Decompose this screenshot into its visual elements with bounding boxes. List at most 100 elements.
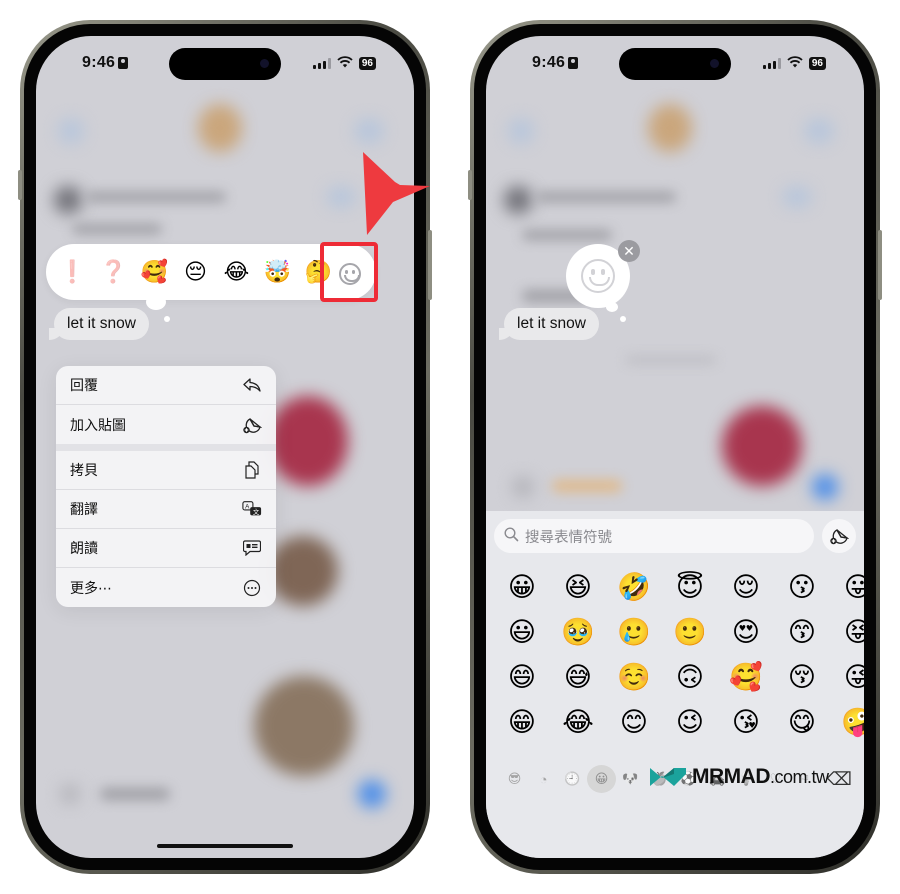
reaction-pensive[interactable]: 😔: [175, 244, 216, 300]
camera-icon: [260, 59, 269, 68]
emoji-key[interactable]: 🥲: [606, 610, 662, 655]
category-smileys-icon[interactable]: 😀: [587, 765, 616, 793]
blurred-avatar: [54, 186, 82, 214]
status-indicators: 96: [312, 56, 376, 70]
search-placeholder: 搜尋表情符號: [525, 529, 612, 546]
status-indicators: 96: [762, 56, 826, 70]
emoji-key[interactable]: 😂: [550, 700, 606, 745]
side-button: [18, 170, 22, 200]
blurred-sticker-hat: [268, 396, 348, 486]
emoji-key[interactable]: 🙃: [662, 655, 718, 700]
menu-item-more[interactable]: 更多⋯: [56, 568, 276, 607]
watermark-domain: .com.tw: [769, 767, 829, 787]
home-indicator: [157, 844, 293, 848]
menu-item-copy[interactable]: 拷貝: [56, 451, 276, 490]
status-bar: 9:46 96: [486, 36, 864, 92]
category-animals-icon[interactable]: 🐶: [616, 765, 645, 793]
svg-text:文: 文: [253, 507, 260, 516]
emoji-key[interactable]: 😚: [774, 655, 830, 700]
menu-item-label: 回覆: [70, 377, 98, 393]
emoji-key[interactable]: 😝: [830, 610, 864, 655]
emoji-key[interactable]: 😆: [550, 565, 606, 610]
blurred-contact-avatar: [648, 104, 692, 152]
translate-icon: A文: [242, 499, 262, 519]
blurred-badge: [326, 186, 356, 208]
wifi-icon: [787, 56, 803, 70]
message-bubble[interactable]: let it snow: [499, 308, 599, 340]
category-memoji-icon[interactable]: 😎: [500, 765, 529, 793]
blurred-sticker-hat: [722, 406, 802, 486]
focus-mode-icon: [118, 57, 129, 69]
emoji-key[interactable]: 🥰: [718, 655, 774, 700]
cellular-signal-icon: [312, 57, 331, 69]
watermark: MRMAD.com.tw: [648, 764, 829, 790]
reaction-tears-of-joy[interactable]: 😂: [216, 244, 257, 300]
emoji-key[interactable]: 😊: [606, 700, 662, 745]
camera-icon: [710, 59, 719, 68]
message-bubble[interactable]: let it snow: [49, 308, 149, 340]
menu-item-translate[interactable]: 翻譯 A文: [56, 490, 276, 529]
screen-right: 9:46 96 ✕ let it snow 搜尋表情符號 😀 😆 🤣 😇 😌 😗…: [486, 36, 864, 858]
emoji-key[interactable]: 😘: [718, 700, 774, 745]
dynamic-island: [169, 48, 281, 80]
blurred-input-icon: [512, 476, 534, 498]
category-stickers-icon[interactable]: ◔: [529, 765, 558, 793]
reaction-exploding-head[interactable]: 🤯: [257, 244, 298, 300]
status-time: 9:46: [82, 54, 129, 72]
blurred-sticker-cat: [268, 536, 338, 606]
emoji-search-input[interactable]: 搜尋表情符號: [494, 519, 814, 553]
emoji-key[interactable]: 😍: [718, 610, 774, 655]
wifi-icon: [337, 56, 353, 70]
emoji-key[interactable]: 😃: [494, 610, 550, 655]
menu-item-add-sticker[interactable]: 加入貼圖: [56, 405, 276, 444]
emoji-key[interactable]: 😙: [774, 610, 830, 655]
emoji-key[interactable]: 😇: [662, 565, 718, 610]
menu-separator: [56, 444, 276, 451]
emoji-key[interactable]: 😀: [494, 565, 550, 610]
phone-right: 9:46 96 ✕ let it snow 搜尋表情符號 😀 😆 🤣 😇 😌 😗…: [470, 20, 880, 874]
reaction-bubble-tail-dot: [620, 316, 626, 322]
emoji-key[interactable]: 😜: [830, 655, 864, 700]
blurred-send-button: [358, 780, 386, 808]
emoji-grid: 😀 😆 🤣 😇 😌 😗 😛 😃 🥹 🥲 🙂 😍 😙 😝 😄 😅 ☺️ 🙃 🥰 😚 😜 😁 😂 😊 😉 😘 😋 🤪: [494, 565, 864, 745]
emoji-key[interactable]: ☺️: [606, 655, 662, 700]
blurred-facetime-button: [804, 118, 834, 144]
emoji-search-row: 搜尋表情符號: [494, 519, 856, 553]
emoji-key[interactable]: 🥹: [550, 610, 606, 655]
reaction-smiling-hearts[interactable]: 🥰: [134, 244, 175, 300]
close-reaction-button[interactable]: ✕: [618, 240, 640, 262]
watermark-brand: MRMAD: [692, 765, 770, 788]
blurred-back-button: [58, 118, 84, 144]
menu-item-speak[interactable]: 朗讀: [56, 529, 276, 568]
blurred-input-text: [552, 480, 622, 492]
reaction-bubble-tail: [606, 302, 618, 312]
phone-bezel: 9:46 96 ✕ let it snow 搜尋表情符號 😀 😆 🤣 😇 😌 😗…: [474, 24, 876, 870]
emoji-key[interactable]: 🤪: [830, 700, 864, 745]
cellular-signal-icon: [762, 57, 781, 69]
emoji-key[interactable]: 🤣: [606, 565, 662, 610]
reaction-exclamation[interactable]: ❗: [52, 244, 93, 300]
emoji-key[interactable]: 😋: [774, 700, 830, 745]
emoji-key[interactable]: 😛: [830, 565, 864, 610]
reaction-question[interactable]: ❓: [93, 244, 134, 300]
category-recent-icon[interactable]: 🕘: [558, 765, 587, 793]
add-sticker-button[interactable]: [822, 519, 856, 553]
emoji-key[interactable]: 😌: [718, 565, 774, 610]
emoji-key[interactable]: 😉: [662, 700, 718, 745]
emoji-key[interactable]: 😁: [494, 700, 550, 745]
battery-indicator: 96: [358, 56, 376, 70]
emoji-key[interactable]: 😅: [550, 655, 606, 700]
delete-key-icon[interactable]: ⌫: [827, 769, 852, 790]
emoji-key[interactable]: 😄: [494, 655, 550, 700]
add-sticker-icon: [830, 529, 849, 545]
blurred-input-icon: [60, 784, 80, 804]
speak-icon: [242, 538, 262, 558]
highlight-box: [320, 242, 378, 302]
reply-icon: [242, 375, 262, 395]
emoji-key[interactable]: 😗: [774, 565, 830, 610]
menu-item-reply[interactable]: 回覆: [56, 366, 276, 405]
blurred-contact-avatar: [198, 104, 242, 152]
copy-icon: [242, 460, 262, 480]
emoji-key[interactable]: 🙂: [662, 610, 718, 655]
menu-item-label: 翻譯: [70, 501, 98, 517]
